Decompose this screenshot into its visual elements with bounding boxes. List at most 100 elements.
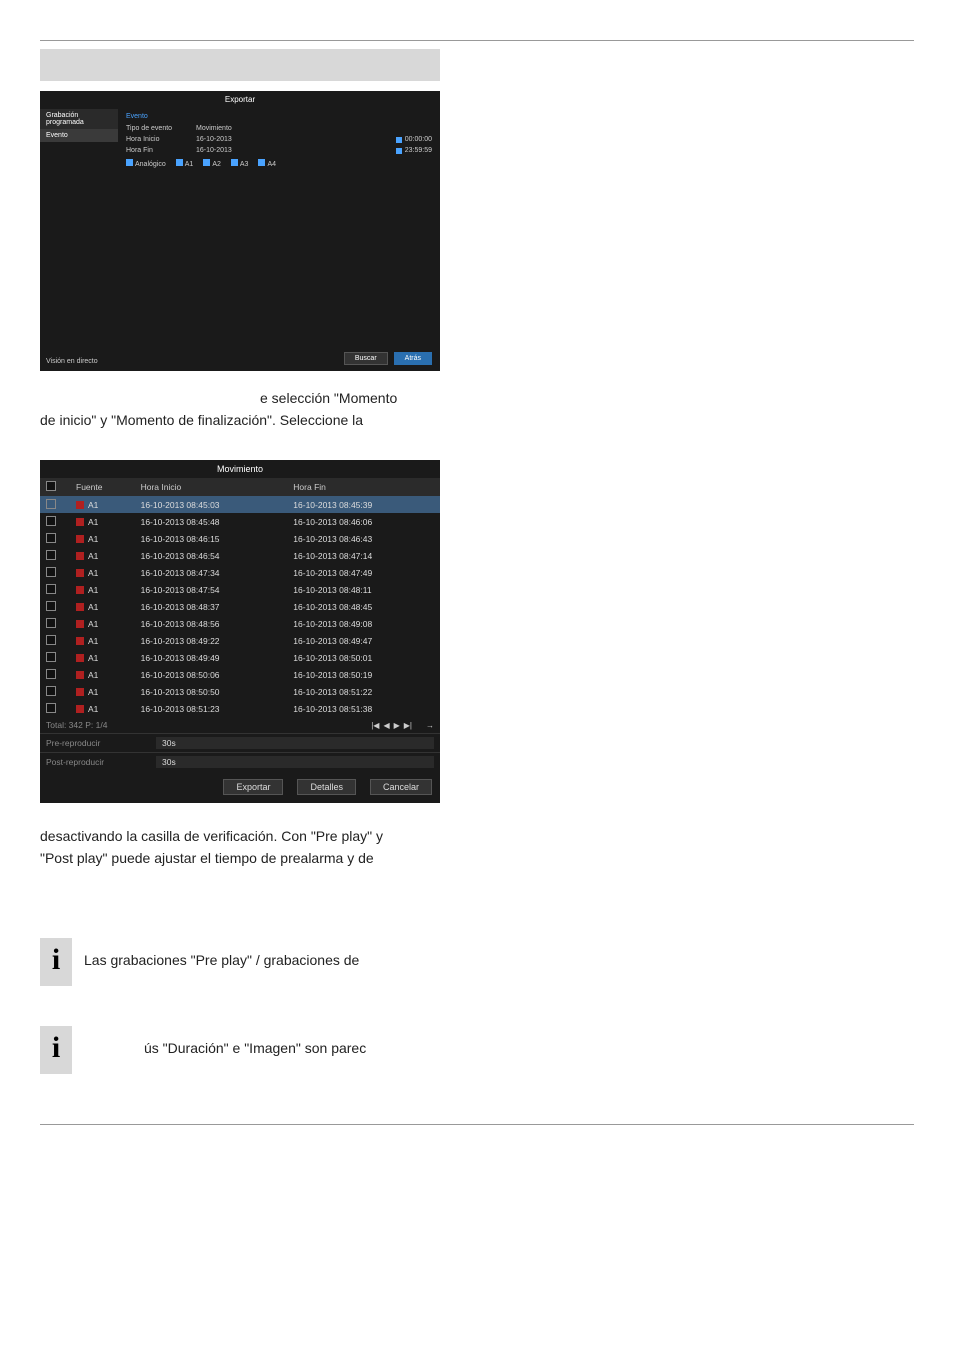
row-fin: 16-10-2013 08:50:19 xyxy=(287,666,440,683)
checkbox-icon[interactable] xyxy=(46,584,56,594)
post-play-row: Post-reproducir 30s xyxy=(40,752,440,771)
table-row[interactable]: A116-10-2013 08:50:0616-10-2013 08:50:19 xyxy=(40,666,440,683)
value[interactable]: Movimiento xyxy=(196,125,276,132)
checkbox-icon[interactable] xyxy=(46,499,56,509)
row-src: A1 xyxy=(70,530,135,547)
row-check[interactable] xyxy=(40,598,70,615)
sidebar-live[interactable]: Visión en directo xyxy=(46,358,98,365)
analog-a4[interactable]: A4 xyxy=(258,159,276,168)
row-check[interactable] xyxy=(40,564,70,581)
checkbox-icon[interactable] xyxy=(46,601,56,611)
pre-label: Pre-reproducir xyxy=(46,738,156,748)
row-check[interactable] xyxy=(40,632,70,649)
analog-a2[interactable]: A2 xyxy=(203,159,221,168)
row-src: A1 xyxy=(70,513,135,530)
post-value[interactable]: 30s xyxy=(156,756,434,768)
row-fin: 16-10-2013 08:47:49 xyxy=(287,564,440,581)
checkbox-icon[interactable] xyxy=(46,686,56,696)
checkbox-icon[interactable] xyxy=(46,703,56,713)
row-check[interactable] xyxy=(40,683,70,700)
row-ini: 16-10-2013 08:45:48 xyxy=(135,513,288,530)
info-icon: i xyxy=(40,1026,72,1074)
analog-a3[interactable]: A3 xyxy=(231,159,249,168)
table-row[interactable]: A116-10-2013 08:47:5416-10-2013 08:48:11 xyxy=(40,581,440,598)
checkbox-icon[interactable] xyxy=(46,652,56,662)
pager-last-icon[interactable]: ▶| xyxy=(404,721,412,730)
body-line-2: de inicio" y "Momento de finalización". … xyxy=(40,411,460,431)
table-row[interactable]: A116-10-2013 08:48:5616-10-2013 08:49:08 xyxy=(40,615,440,632)
bottom-rule xyxy=(40,1124,914,1125)
row-ini: 16-10-2013 08:50:50 xyxy=(135,683,288,700)
source-icon xyxy=(76,671,84,679)
checkbox-icon[interactable] xyxy=(46,550,56,560)
total-text: Total: 342 P: 1/4 xyxy=(46,720,107,730)
row-check[interactable] xyxy=(40,581,70,598)
table-row[interactable]: A116-10-2013 08:51:2316-10-2013 08:51:38 xyxy=(40,700,440,717)
checkbox-icon[interactable] xyxy=(46,618,56,628)
checkbox-icon[interactable] xyxy=(258,159,265,166)
row-check[interactable] xyxy=(40,649,70,666)
pager-go-icon[interactable]: → xyxy=(426,721,434,730)
details-button[interactable]: Detalles xyxy=(297,779,356,795)
post-label: Post-reproducir xyxy=(46,757,156,767)
row-analog: Analógico A1 A2 A3 A4 xyxy=(126,156,432,171)
row-ini: 16-10-2013 08:49:22 xyxy=(135,632,288,649)
checkbox-icon[interactable] xyxy=(46,533,56,543)
checkbox-icon[interactable] xyxy=(46,567,56,577)
row-check[interactable] xyxy=(40,496,70,513)
row-inicio: Hora Inicio 16-10-2013 00:00:00 xyxy=(126,134,432,145)
checkbox-icon[interactable] xyxy=(203,159,210,166)
checkbox-icon[interactable] xyxy=(46,516,56,526)
checkbox-icon[interactable] xyxy=(176,159,183,166)
row-check[interactable] xyxy=(40,700,70,717)
info-text-1: Las grabaciones "Pre play" / grabaciones… xyxy=(84,938,359,968)
checkbox-icon[interactable] xyxy=(231,159,238,166)
back-button[interactable]: Atrás xyxy=(394,352,432,365)
row-check[interactable] xyxy=(40,547,70,564)
analog-text: A3 xyxy=(240,161,249,168)
value[interactable]: 16-10-2013 xyxy=(196,147,276,154)
sidebar-head: Grabación programada xyxy=(40,109,118,129)
row-fin: 16-10-2013 08:48:11 xyxy=(287,581,440,598)
table-row[interactable]: A116-10-2013 08:49:2216-10-2013 08:49:47 xyxy=(40,632,440,649)
checkbox-icon[interactable] xyxy=(46,635,56,645)
cancel-button[interactable]: Cancelar xyxy=(370,779,432,795)
analog-text: A2 xyxy=(212,161,221,168)
calendar-icon[interactable] xyxy=(396,137,402,143)
table-row[interactable]: A116-10-2013 08:45:0316-10-2013 08:45:39 xyxy=(40,496,440,513)
table-row[interactable]: A116-10-2013 08:50:5016-10-2013 08:51:22 xyxy=(40,683,440,700)
body-line-1: e selección "Momento xyxy=(40,389,700,409)
calendar-icon[interactable] xyxy=(396,148,402,154)
pager-next-icon[interactable]: ▶ xyxy=(394,721,400,730)
table-row[interactable]: A116-10-2013 08:47:3416-10-2013 08:47:49 xyxy=(40,564,440,581)
row-fin: 16-10-2013 08:48:45 xyxy=(287,598,440,615)
col-check[interactable] xyxy=(40,478,70,496)
pager-first-icon[interactable]: |◀ xyxy=(371,721,379,730)
time[interactable]: 00:00:00 xyxy=(396,136,432,143)
checkbox-icon[interactable] xyxy=(46,669,56,679)
checkbox-icon[interactable] xyxy=(126,159,133,166)
label: Hora Fin xyxy=(126,147,196,154)
value[interactable]: 16-10-2013 xyxy=(196,136,276,143)
table-row[interactable]: A116-10-2013 08:49:4916-10-2013 08:50:01 xyxy=(40,649,440,666)
table-row[interactable]: A116-10-2013 08:45:4816-10-2013 08:46:06 xyxy=(40,513,440,530)
pre-value[interactable]: 30s xyxy=(156,737,434,749)
export-button[interactable]: Exportar xyxy=(223,779,283,795)
panel-title: Exportar xyxy=(40,91,440,108)
table-row[interactable]: A116-10-2013 08:46:5416-10-2013 08:47:14 xyxy=(40,547,440,564)
row-check[interactable] xyxy=(40,530,70,547)
row-check[interactable] xyxy=(40,666,70,683)
checkbox-icon[interactable] xyxy=(46,481,56,491)
row-check[interactable] xyxy=(40,513,70,530)
table-row[interactable]: A116-10-2013 08:48:3716-10-2013 08:48:45 xyxy=(40,598,440,615)
body-line-4: "Post play" puede ajustar el tiempo de p… xyxy=(40,849,460,869)
table-row[interactable]: A116-10-2013 08:46:1516-10-2013 08:46:43 xyxy=(40,530,440,547)
row-check[interactable] xyxy=(40,615,70,632)
search-button[interactable]: Buscar xyxy=(344,352,388,365)
pager-prev-icon[interactable]: ◀ xyxy=(383,721,389,730)
sidebar-item-evento[interactable]: Evento xyxy=(40,129,118,142)
time[interactable]: 23:59:59 xyxy=(396,147,432,154)
info-block-1: i Las grabaciones "Pre play" / grabacion… xyxy=(40,938,914,986)
analog-a1[interactable]: A1 xyxy=(176,159,194,168)
results-panel: Movimiento Fuente Hora Inicio Hora Fin A… xyxy=(40,460,440,803)
